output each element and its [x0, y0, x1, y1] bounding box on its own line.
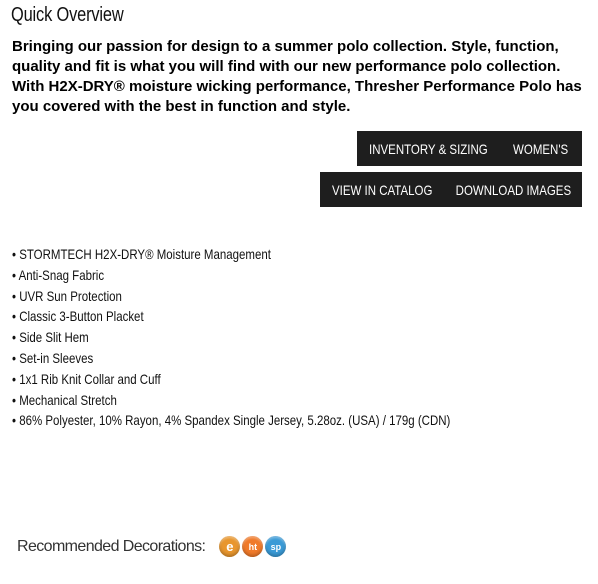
feature-item: • Anti-Snag Fabric	[12, 266, 105, 283]
button-group-top: INVENTORY & SIZING WOMEN'S	[357, 131, 582, 166]
screen-print-icon[interactable]: sp	[265, 536, 287, 557]
recommended-decorations: Recommended Decorations: e ht sp	[17, 536, 288, 557]
download-images-button[interactable]: DOWNLOAD IMAGES	[445, 172, 582, 207]
heat-transfer-icon[interactable]: ht	[242, 536, 264, 557]
feature-item: • Set-in Sleeves	[12, 349, 94, 366]
inventory-sizing-label: INVENTORY & SIZING	[368, 140, 488, 157]
feature-item: • 1x1 Rib Knit Collar and Cuff	[12, 370, 161, 387]
download-images-label: DOWNLOAD IMAGES	[455, 181, 572, 198]
womens-label: WOMEN'S	[512, 140, 569, 157]
inventory-sizing-button[interactable]: INVENTORY & SIZING	[357, 131, 499, 166]
feature-item: • UVR Sun Protection	[12, 287, 122, 304]
feature-item: • Mechanical Stretch	[12, 391, 117, 408]
womens-button[interactable]: WOMEN'S	[499, 131, 582, 166]
recommended-decorations-label: Recommended Decorations:	[17, 537, 206, 555]
feature-item: • Side Slit Hem	[12, 329, 89, 346]
view-catalog-label: VIEW IN CATALOG	[332, 181, 433, 198]
embroidery-icon[interactable]: e	[219, 536, 241, 557]
feature-item: • STORMTECH H2X-DRY® Moisture Management	[12, 246, 271, 262]
button-group-bottom: VIEW IN CATALOG DOWNLOAD IMAGES	[320, 172, 582, 207]
view-catalog-button[interactable]: VIEW IN CATALOG	[320, 172, 445, 207]
feature-list: • STORMTECH H2X-DRY® Moisture Management…	[12, 244, 547, 431]
page-title: Quick Overview	[11, 4, 124, 26]
product-description: Bringing our passion for design to a sum…	[12, 38, 582, 115]
feature-item: • 86% Polyester, 10% Rayon, 4% Spandex S…	[12, 412, 451, 429]
feature-item: • Classic 3-Button Placket	[12, 308, 144, 325]
